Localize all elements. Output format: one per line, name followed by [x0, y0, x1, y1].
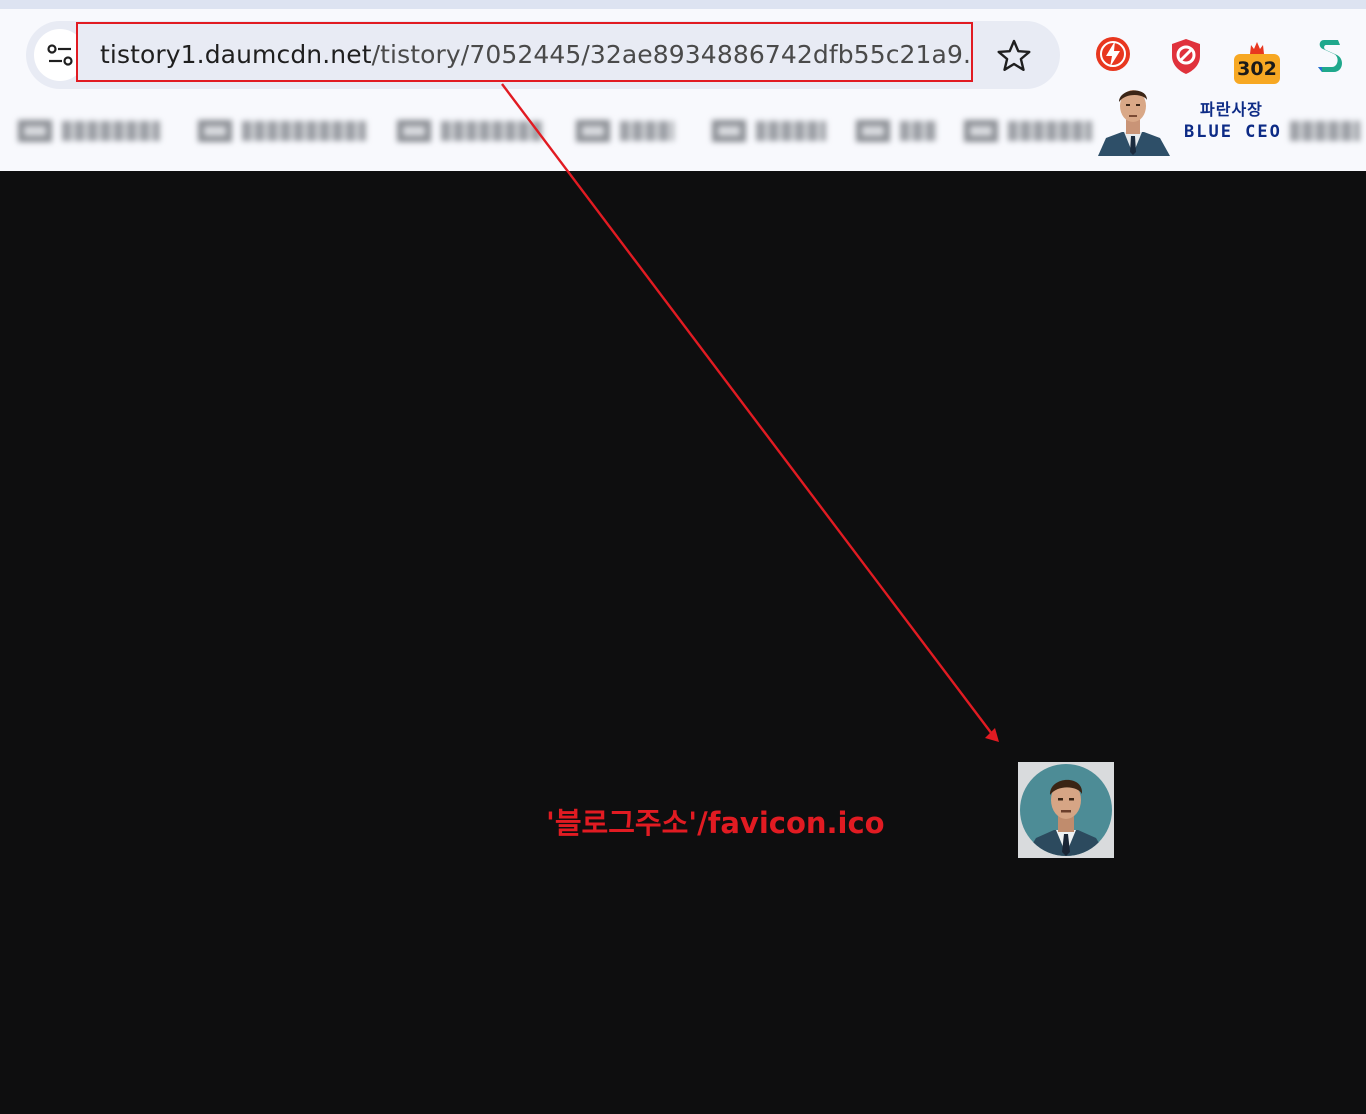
s-extension-icon: [1318, 40, 1343, 72]
bookmark-item[interactable]: [576, 118, 676, 144]
block-shield-extension-icon: [1172, 39, 1200, 74]
bookmark-label-blurred: [620, 121, 674, 141]
counter-badge: 302: [1234, 54, 1280, 84]
blue-ceo-watermark: 파란사장 BLUE CEO: [1094, 82, 1294, 160]
crown-icon: [1250, 42, 1264, 54]
bookmark-favicon-icon: [397, 120, 431, 142]
bolt-extension-icon: [1096, 37, 1130, 71]
bookmark-favicon-icon: [576, 120, 610, 142]
bookmark-label-blurred: [1290, 121, 1360, 141]
bookmark-item[interactable]: [856, 118, 936, 144]
bookmark-item[interactable]: [1290, 118, 1366, 144]
annotation-caption: '블로그주소'/favicon.ico: [546, 806, 885, 840]
screenshot-page: tistory1.daumcdn.net/tistory/7052445/32a…: [0, 0, 1366, 1114]
bookmark-label-blurred: [900, 121, 936, 141]
bolt-extension-button[interactable]: [1093, 34, 1133, 74]
url-field[interactable]: tistory1.daumcdn.net/tistory/7052445/32a…: [100, 37, 970, 73]
watermark-korean-text: 파란사장: [1200, 100, 1263, 119]
url-host: tistory1.daumcdn.net: [100, 40, 372, 69]
bookmark-favicon-icon: [964, 120, 998, 142]
avatar-portrait-icon: [1020, 764, 1112, 856]
bookmark-label-blurred: [62, 121, 160, 141]
bookmark-favicon-icon: [856, 120, 890, 142]
url-path: /tistory/7052445/32ae8934886742dfb55c21a…: [371, 40, 970, 69]
browser-toolbar: tistory1.daumcdn.net/tistory/7052445/32a…: [0, 0, 1366, 171]
bookmark-favicon-icon: [198, 120, 232, 142]
bookmark-item[interactable]: [964, 118, 1094, 144]
counter-extension-button[interactable]: 302: [1234, 40, 1282, 86]
s-extension-button[interactable]: [1310, 34, 1350, 78]
portrait-logo-icon: [1098, 90, 1170, 156]
bookmark-label-blurred: [1008, 121, 1092, 141]
bookmark-star-button[interactable]: [994, 36, 1034, 76]
image-viewer-content: [0, 171, 1366, 1114]
bookmark-item[interactable]: [712, 118, 828, 144]
watermark-english-text: BLUE CEO: [1184, 122, 1282, 142]
bookmark-favicon-icon: [712, 120, 746, 142]
favicon-avatar-image: [1018, 762, 1114, 858]
tab-strip-edge: [0, 0, 1366, 9]
bookmark-item[interactable]: [18, 118, 162, 144]
bookmark-item[interactable]: [397, 118, 547, 144]
adblock-extension-button[interactable]: [1166, 36, 1206, 76]
star-icon: [997, 39, 1031, 71]
bookmark-label-blurred: [441, 121, 543, 141]
bookmark-item[interactable]: [198, 118, 368, 144]
tune-icon: [47, 44, 73, 66]
bookmark-label-blurred: [242, 121, 366, 141]
bookmark-label-blurred: [756, 121, 826, 141]
bookmark-favicon-icon: [18, 120, 52, 142]
